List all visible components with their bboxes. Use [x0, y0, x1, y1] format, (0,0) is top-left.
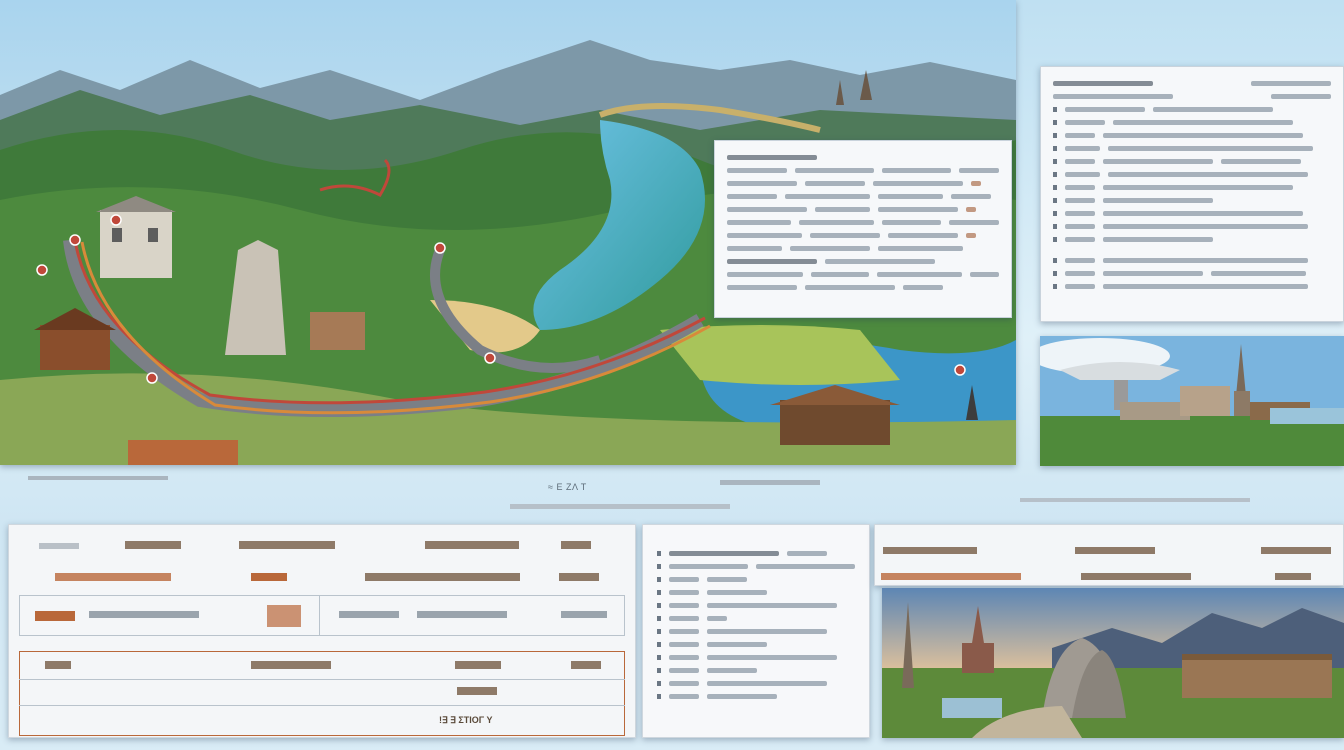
- bullet-icon: [657, 551, 661, 556]
- landmark-photo-2: [882, 588, 1344, 738]
- attraction-header-panel: [874, 524, 1344, 586]
- info-document-panel: [1040, 66, 1344, 322]
- landmark-photo-1: [1040, 336, 1344, 466]
- doc-heading: [727, 151, 999, 164]
- caption-strip: ≈ Ε ΖΛ Τ: [0, 470, 1344, 520]
- caption-text: ≈ Ε ΖΛ Τ: [548, 482, 587, 492]
- table-footer-text: !∃ ∃ ΣΤΙΟΓ Υ: [439, 715, 493, 725]
- itinerary-table: !∃ ∃ ΣΤΙΟΓ Υ: [8, 524, 636, 738]
- schedule-list-panel: [642, 524, 870, 738]
- bullet-icon: [1053, 107, 1057, 112]
- floating-document-panel: [714, 140, 1012, 318]
